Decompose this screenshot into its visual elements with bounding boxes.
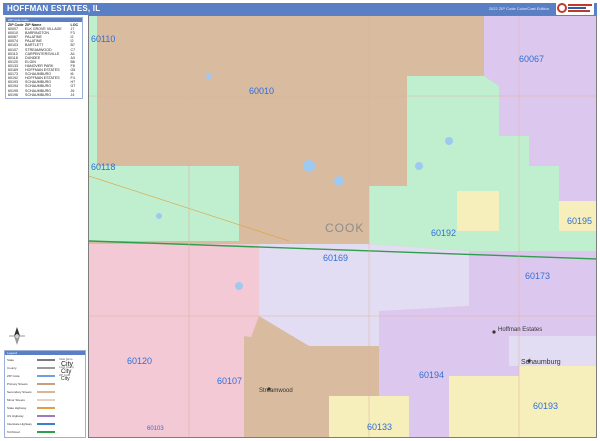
zip-label-60192: 60192 <box>431 228 457 238</box>
legend-row-label: Minor Streets <box>7 398 25 402</box>
map-title: HOFFMAN ESTATES, IL <box>7 4 101 13</box>
legend-swatch <box>37 391 55 393</box>
edition-text: 2022 ZIP Code Color/Cast Edition <box>488 6 549 11</box>
city-label-schaumburg: Schaumburg <box>521 359 561 366</box>
publisher-logo <box>556 1 594 15</box>
zip-label-60103: 60103 <box>147 426 164 432</box>
legend-row-label: US Highway <box>7 414 24 418</box>
zip-label-60120: 60120 <box>127 356 153 366</box>
city-label-hoffman-estates: Hoffman Estates <box>498 327 543 333</box>
legend-row: ZIP Code ZIP Code <box>7 373 85 379</box>
legend-swatch <box>37 407 55 409</box>
legend-city-sample-1: City <box>61 361 74 368</box>
legend-row-label: Interstate Highway <box>7 422 32 426</box>
legend-swatch <box>37 375 55 377</box>
legend-row-label: County <box>7 366 17 370</box>
legend-row-label: ZIP Code <box>7 374 20 378</box>
legend-swatch <box>37 367 55 369</box>
legend-row: Secondary Streets <box>7 389 85 395</box>
legend-row-label: State Highway <box>7 406 27 410</box>
zip-index-zip: 60196 <box>8 92 18 97</box>
legend-swatch <box>37 431 55 433</box>
legend-row: State State Name <box>7 357 85 363</box>
legend-row: County Cook County <box>7 365 85 371</box>
zip-label-60133: 60133 <box>367 422 393 432</box>
legend-row: Interstate Highway <box>7 421 85 427</box>
legend-row: Primary Streets <box>7 381 85 387</box>
map-legend: Legend State State Name County Cook County Z… <box>4 350 86 438</box>
legend-row-label: Toll Road <box>7 430 20 434</box>
zip-code-index: ZIP Code Index ZIP Code ZIP Name LOC 600… <box>5 17 83 99</box>
zip-label-60195: 60195 <box>567 216 593 226</box>
legend-swatch <box>37 383 55 385</box>
zip-index-row: 60196 SCHAUMBURG J4 <box>6 93 82 97</box>
legend-city-sample-3: City <box>61 376 70 382</box>
legend-row: US Highway <box>7 413 85 419</box>
legend-row-label: Secondary Streets <box>7 390 32 394</box>
legend-row: State Highway <box>7 405 85 411</box>
zip-index-loc: J4 <box>70 92 75 97</box>
zip-label-60067: 60067 <box>519 54 545 64</box>
map-canvas[interactable]: COOK 60110 60010 60067 60118 60195 60192… <box>88 15 597 438</box>
zip-index-rows: 60007 ELK GROVE VILLAGE J7 60010 BARRINGTON F… <box>6 27 82 97</box>
zip-label-60107: 60107 <box>217 376 243 386</box>
legend-swatch <box>37 399 55 401</box>
legend-city-sample-2: City <box>61 369 72 375</box>
north-arrow-icon <box>8 326 26 346</box>
legend-row-label: Primary Streets <box>7 382 28 386</box>
legend-row: Minor Streets <box>7 397 85 403</box>
zip-label-60169: 60169 <box>323 253 349 263</box>
city-label-streamwood: Streamwood <box>259 388 293 394</box>
zip-label-60193: 60193 <box>533 401 559 411</box>
legend-swatch <box>37 423 55 425</box>
legend-heading: Legend <box>5 351 85 355</box>
zip-label-60118: 60118 <box>91 162 116 172</box>
zip-label-60173: 60173 <box>525 271 551 281</box>
legend-row-label: State <box>7 358 15 362</box>
county-label: COOK <box>325 221 365 235</box>
zip-label-60194: 60194 <box>419 370 445 380</box>
zip-label-60010: 60010 <box>249 86 275 96</box>
map-frame: HOFFMAN ESTATES, IL 2022 ZIP Code Color/… <box>0 0 600 441</box>
zip-index-name: SCHAUMBURG <box>25 92 52 97</box>
legend-swatch <box>37 415 55 417</box>
zip-label-60110: 60110 <box>91 34 116 44</box>
legend-row: Toll Road <box>7 429 85 435</box>
title-bar: HOFFMAN ESTATES, IL 2022 ZIP Code Color/… <box>3 3 597 15</box>
legend-swatch <box>37 359 55 361</box>
